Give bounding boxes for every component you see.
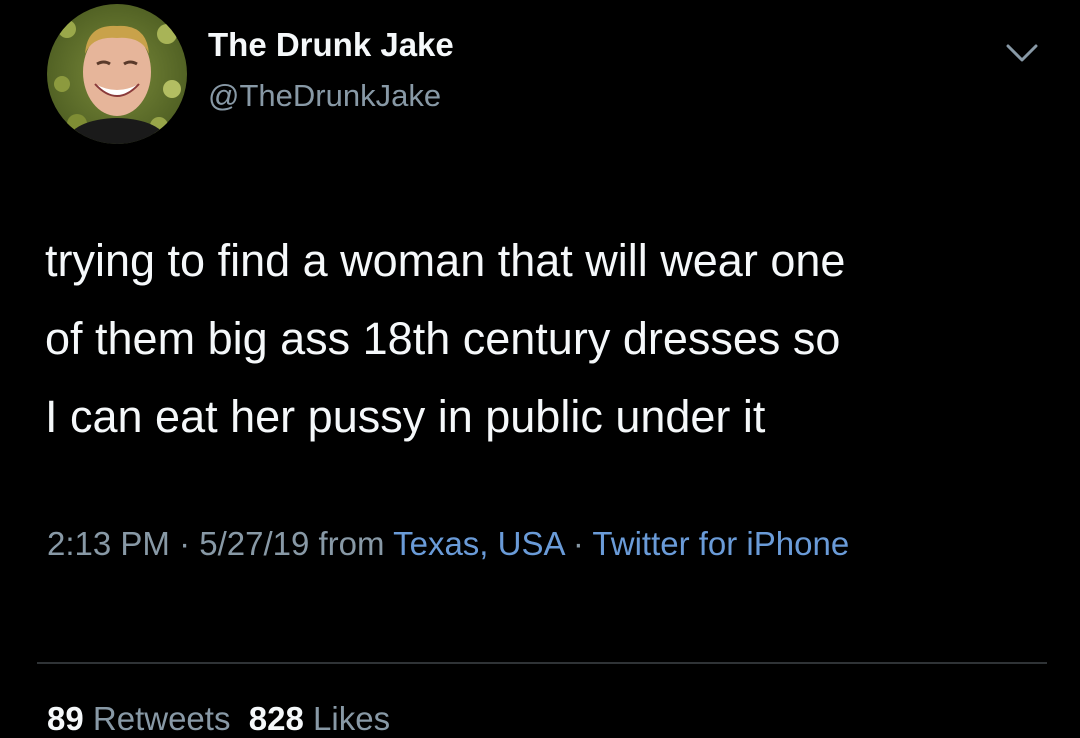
tweet-time[interactable]: 2:13 PM [47,525,170,562]
tweet-text: trying to find a woman that will wear on… [45,235,846,442]
tweet-date[interactable]: 5/27/19 [199,525,309,562]
source-link[interactable]: Twitter for iPhone [592,525,849,562]
meta-separator: · [563,525,593,562]
from-label: from [309,525,394,562]
meta-separator: · [169,525,200,562]
retweets-count: 89 [47,700,84,737]
handle[interactable]: @TheDrunkJake [208,78,441,114]
tweet-metadata: 2:13 PM · 5/27/19 from Texas, USA · Twit… [47,518,1047,570]
likes-stat[interactable]: 828 Likes [249,700,390,737]
tweet-card: The Drunk Jake @TheDrunkJake trying to f… [0,0,1080,737]
retweets-label: Retweets [92,700,231,737]
retweets-stat[interactable]: 89 Retweets [47,700,230,737]
engagement-stats: 89 Retweets 828 Likes [47,700,390,738]
likes-label: Likes [313,700,391,737]
avatar-photo-icon [47,4,187,144]
display-name[interactable]: The Drunk Jake [208,26,454,64]
chevron-down-icon[interactable] [1002,38,1042,68]
likes-count: 828 [248,700,304,737]
location-link[interactable]: Texas, USA [393,525,564,562]
avatar[interactable] [47,4,187,144]
divider [37,662,1047,664]
